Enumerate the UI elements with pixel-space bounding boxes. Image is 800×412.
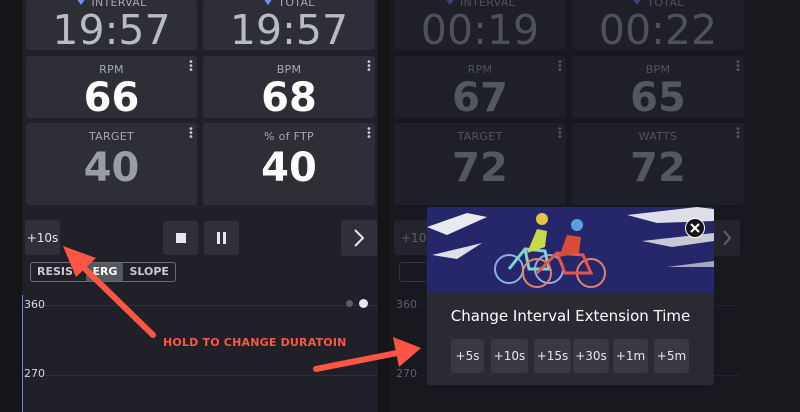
- option-15s[interactable]: +15s: [534, 339, 571, 373]
- ftp-value: 40: [261, 145, 317, 191]
- bpm-tile[interactable]: BPM 68 • • •: [203, 56, 375, 118]
- bpm-tile[interactable]: BPM 65 • • •: [572, 56, 744, 118]
- interval-value: 19:57: [52, 6, 171, 54]
- target-value: 72: [452, 145, 508, 191]
- mode-slope[interactable]: SLOPE: [123, 263, 174, 281]
- target-value: 40: [83, 145, 140, 191]
- option-5s[interactable]: +5s: [451, 339, 484, 373]
- interval-tile[interactable]: INTERVAL 00:19: [394, 0, 566, 54]
- rpm-tile[interactable]: RPM 66 • • •: [26, 56, 197, 118]
- axis-label-270: 270: [24, 367, 45, 380]
- close-icon: [686, 219, 704, 237]
- total-value: 19:57: [229, 6, 349, 54]
- gridline-360: [23, 305, 378, 306]
- pause-button[interactable]: [204, 221, 239, 255]
- watts-value: 72: [630, 145, 686, 191]
- mode-selector[interactable]: [399, 262, 429, 282]
- chart-page-dot-active[interactable]: [359, 299, 368, 308]
- target-tile[interactable]: TARGET 72 • • •: [394, 123, 566, 205]
- cyclists-illustration: [427, 207, 714, 288]
- target-tile[interactable]: TARGET 40 • • •: [26, 123, 197, 205]
- tile-menu-icon[interactable]: • • •: [188, 58, 194, 76]
- rpm-value: 67: [452, 75, 508, 121]
- axis-label-270: 270: [396, 367, 417, 380]
- stop-icon: [175, 233, 186, 243]
- next-interval-button[interactable]: [341, 220, 377, 256]
- ftp-label: % of FTP: [264, 130, 314, 143]
- next-interval-button[interactable]: [714, 220, 740, 256]
- total-tile[interactable]: TOTAL 19:57: [203, 0, 375, 54]
- tile-menu-icon[interactable]: • • •: [557, 125, 563, 143]
- axis-label-360: 360: [396, 298, 417, 311]
- modal-close-button[interactable]: [685, 218, 705, 238]
- interval-marker-icon: [444, 0, 455, 5]
- extend-interval-button[interactable]: +10s: [25, 220, 60, 255]
- ftp-tile[interactable]: % of FTP 40 • • •: [203, 123, 375, 205]
- watts-label: WATTS: [638, 130, 678, 143]
- mode-resist[interactable]: RESIST: [31, 263, 86, 281]
- interval-value: 00:19: [420, 6, 540, 54]
- extend-interval-button[interactable]: +10s: [394, 220, 433, 255]
- tile-menu-icon[interactable]: • • •: [735, 125, 741, 143]
- tile-menu-icon[interactable]: • • •: [735, 58, 741, 76]
- target-label: TARGET: [88, 130, 135, 143]
- annotation-callout: HOLD TO CHANGE DURATOIN: [163, 336, 347, 349]
- option-10s[interactable]: +10s: [491, 339, 528, 373]
- bpm-value: 65: [630, 75, 686, 121]
- total-value: 00:22: [598, 6, 718, 54]
- mode-erg[interactable]: ERG: [86, 263, 124, 281]
- tile-menu-icon[interactable]: • • •: [188, 125, 194, 143]
- left-edge-strip: [0, 0, 22, 412]
- option-1m[interactable]: +1m: [613, 339, 648, 373]
- modal-banner-illustration: [427, 207, 714, 293]
- tile-menu-icon[interactable]: • • •: [557, 58, 563, 76]
- option-30s[interactable]: +30s: [573, 339, 609, 373]
- target-label: TARGET: [457, 130, 503, 143]
- rpm-tile[interactable]: RPM 67 • • •: [394, 56, 566, 118]
- interval-marker-icon: [76, 0, 87, 5]
- panel-divider: [378, 0, 390, 412]
- gridline-270: [23, 375, 378, 376]
- mode-selector: RESIST ERG SLOPE: [30, 262, 176, 282]
- chart-page-dot[interactable]: [346, 300, 353, 307]
- interval-tile[interactable]: INTERVAL 19:57: [26, 0, 197, 54]
- left-workout-panel: INTERVAL 19:57 TOTAL 19:57 RPM 66 • • • BP…: [0, 0, 390, 412]
- total-tile[interactable]: TOTAL 00:22: [572, 0, 744, 54]
- total-marker-icon: [632, 0, 643, 5]
- watts-tile[interactable]: WATTS 72 • • •: [572, 123, 744, 205]
- tile-menu-icon[interactable]: • • •: [366, 125, 372, 143]
- option-5m[interactable]: +5m: [654, 339, 689, 373]
- tile-menu-icon[interactable]: • • •: [366, 58, 372, 76]
- pause-icon: [217, 232, 226, 244]
- stop-button[interactable]: [163, 221, 198, 255]
- rpm-value: 66: [83, 75, 140, 121]
- bpm-value: 68: [261, 75, 317, 121]
- axis-label-360: 360: [24, 298, 45, 311]
- chevron-right-icon: [354, 229, 365, 247]
- chart-left-rule: [22, 295, 23, 412]
- chevron-right-icon: [723, 230, 732, 246]
- total-marker-icon: [263, 0, 274, 5]
- modal-title: Change Interval Extension Time: [450, 307, 691, 325]
